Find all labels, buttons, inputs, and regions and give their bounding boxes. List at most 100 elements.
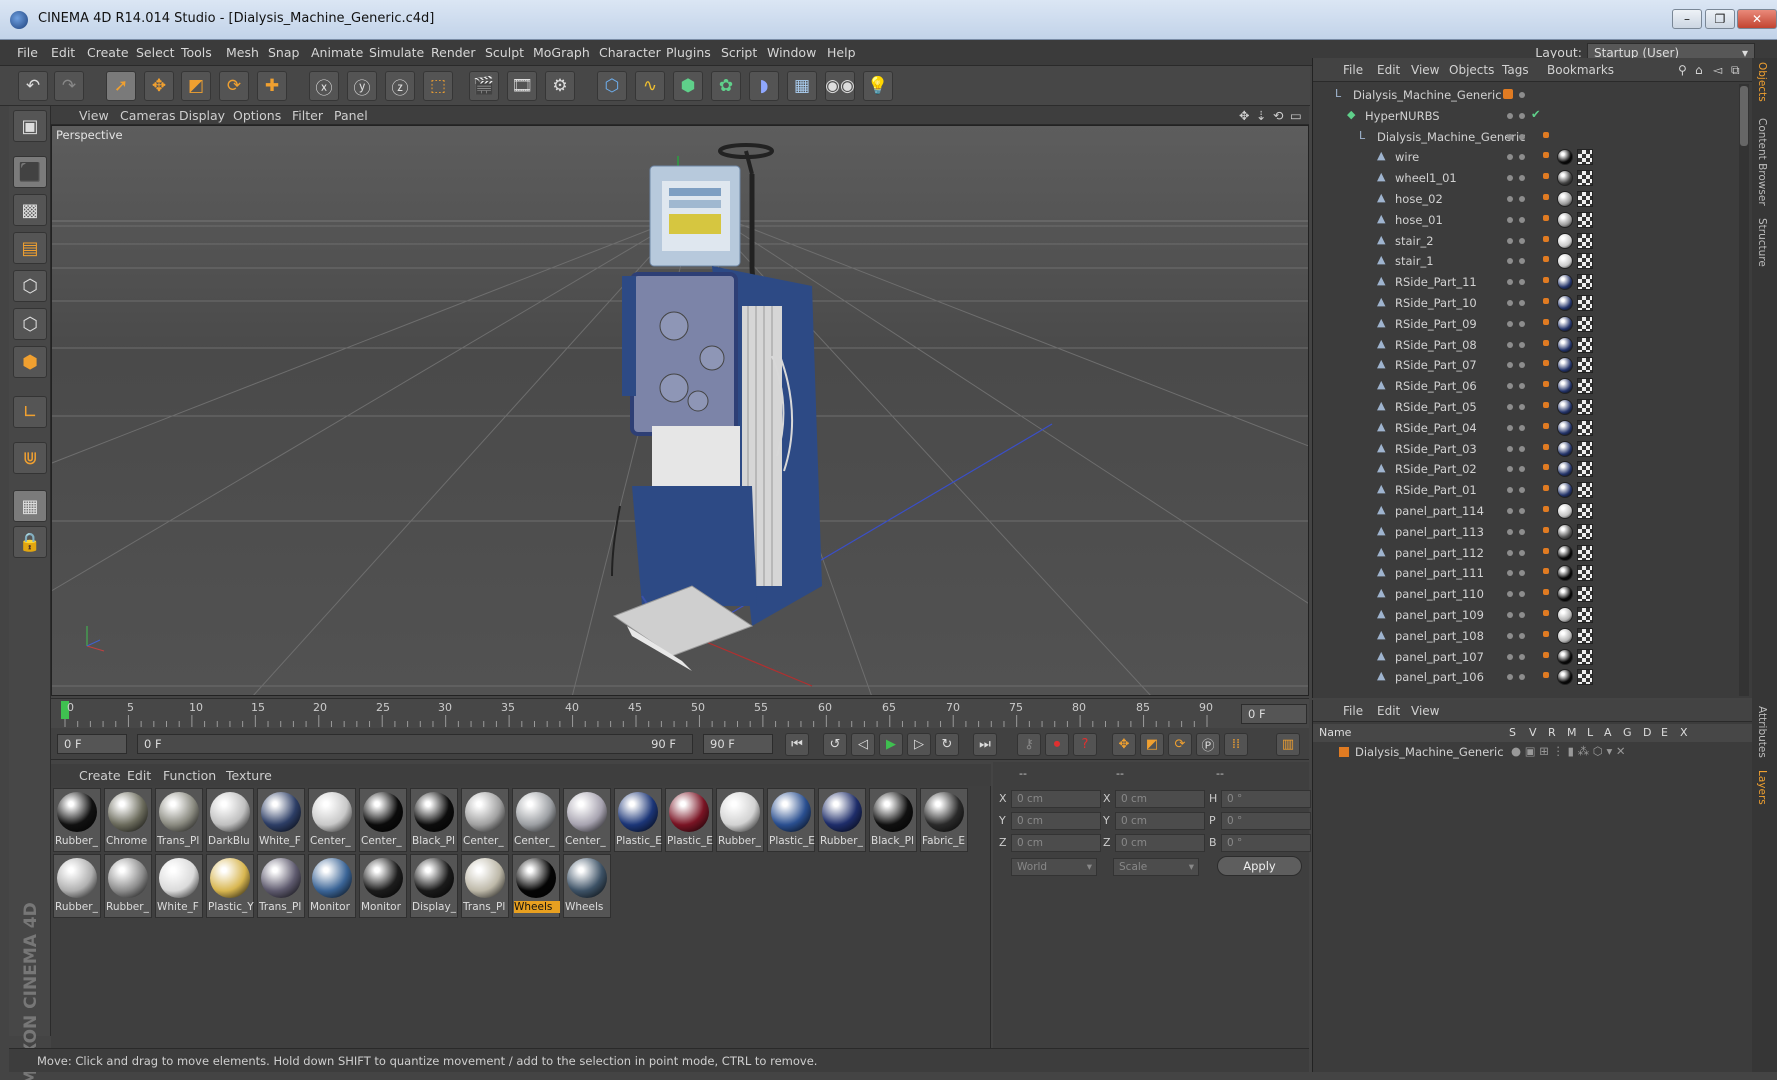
locked-workplane-button[interactable]: 🔒 [13, 526, 47, 558]
visibility-editor-dot[interactable] [1507, 612, 1513, 618]
uvw-tag-icon[interactable] [1577, 232, 1593, 249]
key-pla-button[interactable]: ⁞⁞ [1224, 733, 1248, 756]
visibility-editor-dot[interactable] [1507, 445, 1513, 452]
visibility-editor-dot[interactable] [1507, 154, 1513, 161]
material-swatch[interactable]: Center_ [359, 788, 407, 852]
layer-toggle-icons[interactable]: ● ▣ ⊞ ⋮ ▮ ⁂ ⬡ ▾ ✕ [1511, 744, 1626, 758]
axis-mode-button[interactable]: ∟ [13, 396, 47, 428]
position-x-field[interactable]: 0 cm [1011, 790, 1101, 808]
layers-menu-file[interactable]: File [1343, 704, 1363, 718]
redo-button[interactable]: ↷ [54, 71, 84, 101]
visibility-render-dot[interactable] [1519, 112, 1525, 119]
visibility-editor-dot[interactable] [1507, 632, 1513, 639]
key-rotation-button[interactable]: ⟳ [1168, 733, 1192, 756]
menu-create[interactable]: Create [87, 45, 129, 60]
uvw-tag-icon[interactable] [1577, 523, 1593, 540]
objects-menu-tags[interactable]: Tags [1502, 63, 1529, 77]
visibility-editor-dot[interactable] [1507, 341, 1513, 348]
recent-tools-button[interactable]: ✚ [257, 71, 287, 101]
uvw-tag-icon[interactable] [1577, 565, 1593, 582]
objects-menu-edit[interactable]: Edit [1377, 63, 1400, 77]
object-row[interactable]: L Dialysis_Machine_Generic [1317, 85, 1735, 106]
objects-menu-view[interactable]: View [1411, 63, 1439, 77]
visibility-render-dot[interactable] [1519, 300, 1525, 306]
z-axis-button[interactable]: ⓩ [385, 71, 415, 101]
object-row[interactable]: ▲ panel_part_108 [1317, 626, 1735, 647]
phong-tag-icon[interactable] [1543, 298, 1549, 304]
phong-tag-icon[interactable] [1543, 173, 1549, 180]
phong-tag-icon[interactable] [1543, 422, 1549, 429]
visibility-editor-dot[interactable] [1507, 237, 1513, 244]
object-row[interactable]: ▲ RSide_Part_02 [1317, 459, 1735, 480]
object-row[interactable]: ▲ wire [1317, 147, 1735, 168]
objects-menu-objects[interactable]: Objects [1449, 63, 1494, 77]
maximize-button[interactable]: ❐ [1705, 9, 1735, 29]
material-tag-icon[interactable] [1557, 191, 1573, 207]
viewport-menu-filter[interactable]: Filter [292, 108, 323, 123]
visibility-render-dot[interactable] [1519, 591, 1525, 598]
current-frame-field[interactable]: 0 F [1241, 704, 1307, 724]
material-swatch[interactable]: Rubber_ [716, 788, 764, 852]
visibility-render-dot[interactable] [1519, 653, 1525, 660]
phong-tag-icon[interactable] [1543, 630, 1549, 637]
material-swatch[interactable]: DarkBlu [206, 788, 254, 852]
visibility-render-dot[interactable] [1519, 612, 1525, 618]
rotation-h-field[interactable]: 0 ° [1221, 790, 1311, 808]
y-axis-button[interactable]: ⓨ [347, 71, 377, 101]
menu-edit[interactable]: Edit [51, 45, 75, 60]
material-swatch[interactable]: Monitor [308, 854, 356, 918]
menu-mograph[interactable]: MoGraph [533, 45, 590, 60]
next-key-button[interactable]: ↻ [935, 733, 959, 756]
visibility-render-dot[interactable] [1519, 383, 1525, 390]
object-row[interactable]: ▲ hose_01 [1317, 210, 1735, 231]
visibility-editor-dot[interactable] [1507, 216, 1513, 223]
uvw-tag-icon[interactable] [1577, 440, 1593, 457]
visibility-render-dot[interactable] [1519, 216, 1525, 223]
3d-viewport[interactable]: Perspective [51, 125, 1309, 696]
object-row[interactable]: L Dialysis_Machine_Generic [1317, 127, 1735, 148]
tab-structure[interactable]: Structure [1756, 218, 1768, 267]
polygons-mode-button[interactable]: ⬢ [13, 346, 47, 378]
key-scale-button[interactable]: ◩ [1140, 733, 1164, 756]
phong-tag-icon[interactable] [1543, 235, 1549, 242]
uvw-tag-icon[interactable] [1577, 669, 1593, 686]
material-tag-icon[interactable] [1557, 357, 1573, 374]
uvw-tag-icon[interactable] [1577, 503, 1593, 519]
material-swatch[interactable]: Chrome [104, 788, 152, 852]
menu-mesh[interactable]: Mesh [226, 45, 259, 60]
uvw-tag-icon[interactable] [1577, 627, 1593, 644]
object-row[interactable]: ▲ RSide_Part_01 [1317, 480, 1735, 501]
scale-tool-button[interactable]: ◩ [181, 71, 211, 101]
phong-tag-icon[interactable] [1543, 194, 1549, 200]
material-swatch[interactable]: White_F [155, 854, 203, 918]
object-row[interactable]: ▲ RSide_Part_09 [1317, 314, 1735, 335]
material-tag-icon[interactable] [1557, 211, 1573, 228]
material-tag-icon[interactable] [1557, 274, 1573, 291]
object-row[interactable]: ▲ wheel1_01 [1317, 168, 1735, 189]
undo-button[interactable]: ↶ [18, 71, 48, 101]
cube-object-button[interactable]: ⬡ [597, 71, 627, 101]
layers-menu-edit[interactable]: Edit [1377, 704, 1400, 718]
material-swatch[interactable]: Trans_Pl [155, 788, 203, 852]
material-tag-icon[interactable] [1557, 419, 1573, 436]
go-to-end-button[interactable]: ⏭ [973, 733, 997, 756]
phong-tag-icon[interactable] [1543, 547, 1549, 554]
material-tag-icon[interactable] [1557, 627, 1573, 644]
material-tag-icon[interactable] [1557, 399, 1573, 415]
deformer-button[interactable]: ◗ [749, 71, 779, 101]
go-to-start-button[interactable]: ⏮ [785, 733, 809, 756]
visibility-editor-dot[interactable] [1507, 133, 1513, 140]
material-swatch[interactable]: Rubber_ [53, 854, 101, 918]
coordinate-mode-dropdown[interactable]: World ▾ [1011, 858, 1097, 876]
uvw-tag-icon[interactable] [1577, 357, 1593, 374]
visibility-render-dot[interactable] [1519, 674, 1525, 681]
phong-tag-icon[interactable] [1543, 464, 1549, 471]
material-swatch[interactable]: Trans_Pl [461, 854, 509, 918]
uvw-tag-icon[interactable] [1577, 295, 1593, 311]
uvw-tag-icon[interactable] [1577, 586, 1593, 603]
menu-select[interactable]: Select [136, 45, 175, 60]
new-panel-icon[interactable]: ⧉ [1731, 63, 1740, 78]
objects-menu-file[interactable]: File [1343, 63, 1363, 77]
visibility-render-dot[interactable] [1519, 258, 1525, 265]
render-settings-button[interactable]: ⚙ [545, 71, 575, 101]
